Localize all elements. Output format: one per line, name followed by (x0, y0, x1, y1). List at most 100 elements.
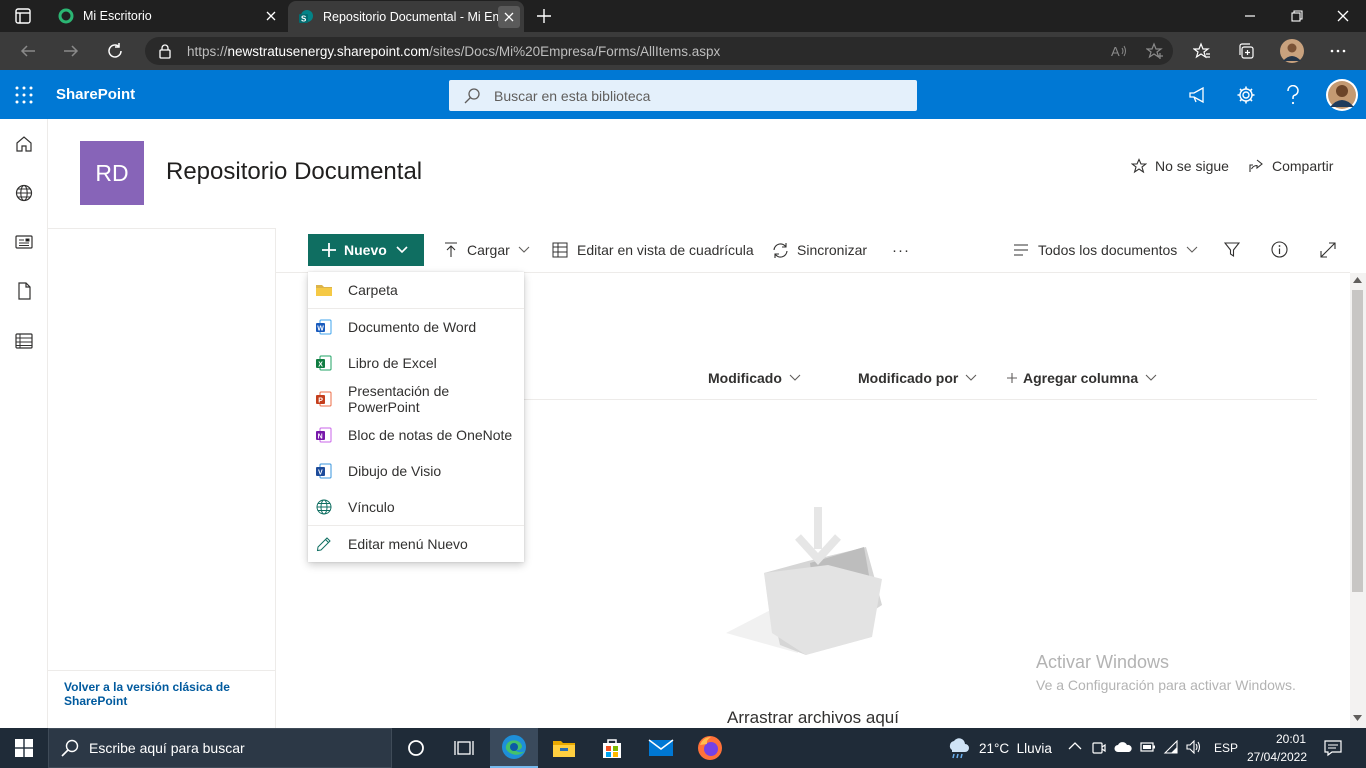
wifi-icon[interactable] (1163, 740, 1179, 754)
site-title[interactable]: Repositorio Documental (166, 158, 422, 186)
menu-item-word[interactable]: W Documento de Word (308, 309, 524, 345)
menu-item-link[interactable]: Vínculo (308, 489, 524, 525)
close-tab-icon[interactable] (498, 5, 520, 28)
upload-icon (444, 242, 458, 258)
column-modified[interactable]: Modificado (708, 370, 801, 386)
edge-icon[interactable] (490, 728, 538, 768)
menu-item-excel[interactable]: X Libro de Excel (308, 345, 524, 381)
upload-button[interactable]: Cargar (444, 240, 530, 260)
info-icon[interactable] (1271, 241, 1288, 258)
sync-button[interactable]: Sincronizar (772, 240, 867, 260)
store-icon[interactable] (588, 728, 636, 768)
weather-icon[interactable] (946, 737, 970, 759)
new-button[interactable]: Nuevo (308, 234, 424, 266)
onedrive-icon[interactable] (1114, 741, 1132, 753)
browser-tab-active[interactable]: S Repositorio Documental - Mi Em (288, 1, 524, 32)
mail-icon[interactable] (637, 728, 685, 768)
address-bar[interactable]: https://newstratusenergy.sharepoint.com /… (145, 37, 1173, 65)
refresh-icon[interactable] (106, 42, 124, 60)
sync-icon (772, 242, 789, 259)
divider (524, 399, 1317, 400)
filter-icon[interactable] (1224, 242, 1240, 258)
gear-icon[interactable] (1236, 85, 1256, 105)
more-commands-button[interactable]: ··· (892, 240, 910, 260)
close-tab-icon[interactable] (260, 5, 282, 27)
scroll-up-arrow-icon[interactable] (1353, 277, 1362, 283)
settings-more-icon[interactable] (1329, 42, 1347, 60)
menu-item-visio[interactable]: V Dibujo de Visio (308, 453, 524, 489)
app-name[interactable]: SharePoint (56, 86, 135, 103)
new-tab-icon[interactable] (535, 7, 553, 25)
taskbar-search-box[interactable]: Escribe aquí para buscar (48, 728, 392, 768)
expand-icon[interactable] (1320, 242, 1336, 258)
globe-icon[interactable] (15, 184, 33, 202)
url-prefix: https:// (187, 43, 228, 59)
clock-date[interactable]: 27/04/2022 (1244, 750, 1310, 764)
tab-actions-icon[interactable] (14, 7, 32, 25)
search-placeholder: Buscar en esta biblioteca (494, 87, 651, 104)
excel-icon: X (316, 355, 332, 371)
app-bar (0, 119, 48, 728)
chevron-down-icon (1186, 246, 1198, 254)
chevron-down-icon (965, 374, 977, 382)
add-favorite-icon[interactable] (1146, 42, 1164, 60)
app-launcher-icon[interactable] (15, 86, 33, 104)
search-icon (463, 87, 481, 105)
menu-item-label: Dibujo de Visio (348, 463, 442, 479)
news-icon[interactable] (15, 233, 33, 251)
view-switcher[interactable]: Todos los documentos (1013, 240, 1198, 260)
add-column-button[interactable]: Agregar columna (1007, 370, 1157, 386)
activation-watermark-title: Activar Windows (1036, 652, 1170, 672)
user-avatar[interactable] (1326, 79, 1358, 111)
sharepoint-icon: S (298, 9, 314, 25)
clock-time[interactable]: 20:01 (1262, 732, 1320, 746)
menu-item-powerpoint[interactable]: P Presentación de PowerPoint (308, 381, 524, 417)
search-box[interactable]: Buscar en esta biblioteca (449, 80, 917, 111)
files-icon[interactable] (15, 282, 33, 300)
meet-now-icon[interactable] (1092, 740, 1106, 756)
volume-icon[interactable] (1186, 740, 1202, 754)
notifications-icon[interactable] (1324, 739, 1342, 757)
share-button[interactable]: Compartir (1248, 158, 1333, 174)
menu-item-folder[interactable]: Carpeta (308, 272, 524, 308)
cortana-icon[interactable] (392, 728, 440, 768)
megaphone-icon[interactable] (1188, 86, 1208, 104)
menu-item-edit-new-menu[interactable]: Editar menú Nuevo (308, 526, 524, 562)
battery-icon[interactable] (1140, 741, 1156, 753)
browser-tab[interactable]: Mi Escritorio (48, 0, 286, 32)
read-aloud-icon[interactable]: A (1110, 43, 1128, 59)
chevron-down-icon (789, 374, 801, 382)
windows-start-icon[interactable] (0, 728, 48, 768)
svg-text:N: N (318, 433, 323, 440)
follow-button[interactable]: No se sigue (1131, 158, 1229, 174)
collections-icon[interactable] (1237, 42, 1255, 60)
scrollbar-thumb[interactable] (1352, 290, 1363, 592)
lock-icon[interactable] (158, 43, 172, 59)
weather-text[interactable]: 21°C Lluvia (979, 741, 1052, 756)
restore-icon[interactable] (1290, 9, 1304, 23)
help-icon[interactable] (1285, 85, 1301, 105)
column-modified-label: Modificado (708, 370, 782, 386)
grid-view-button[interactable]: Editar en vista de cuadrícula (552, 240, 754, 260)
left-navigation (48, 228, 276, 728)
task-view-icon[interactable] (440, 728, 488, 768)
forward-icon[interactable] (62, 42, 80, 60)
scroll-down-arrow-icon[interactable] (1353, 715, 1362, 721)
site-logo[interactable]: RD (80, 141, 144, 205)
home-icon[interactable] (15, 135, 33, 153)
back-icon[interactable] (19, 42, 37, 60)
file-explorer-icon[interactable] (540, 728, 588, 768)
profile-avatar[interactable] (1280, 39, 1304, 63)
favorites-icon[interactable] (1193, 42, 1211, 60)
menu-item-onenote[interactable]: N Bloc de notas de OneNote (308, 417, 524, 453)
minimize-icon[interactable] (1243, 10, 1257, 22)
input-language[interactable]: ESP (1214, 741, 1238, 755)
firefox-icon[interactable] (686, 728, 734, 768)
column-modified-by[interactable]: Modificado por (858, 370, 977, 386)
chevron-down-icon (1145, 374, 1157, 382)
lists-icon[interactable] (15, 332, 33, 350)
classic-experience-link[interactable]: Volver a la versión clásica de SharePoin… (64, 680, 254, 708)
menu-item-label: Documento de Word (348, 319, 477, 335)
close-window-icon[interactable] (1336, 9, 1350, 23)
show-hidden-icons-icon[interactable] (1068, 741, 1082, 751)
